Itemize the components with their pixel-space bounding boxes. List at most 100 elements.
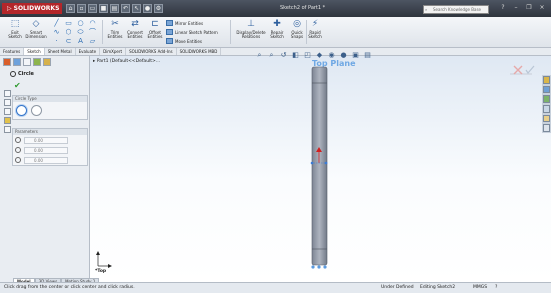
tab-solidworks-mbd[interactable]: SOLIDWORKS MBD	[177, 48, 222, 55]
help-icon[interactable]: ?	[495, 283, 497, 293]
center-x-icon	[15, 137, 21, 143]
circle-type-options	[13, 102, 87, 119]
text-icon[interactable]: A	[76, 38, 85, 45]
document-title: Sketch2 of Part1 *	[280, 5, 326, 11]
custom-properties-icon[interactable]	[543, 124, 550, 133]
feature-tree-tab-icon[interactable]	[3, 58, 11, 66]
status-message: Click drag from the center or click cent…	[4, 285, 135, 290]
restore-icon[interactable]: ❐	[524, 4, 534, 12]
ellipse-icon[interactable]: ⬭	[76, 29, 85, 36]
sketch-definition-status: Under Defined	[381, 285, 414, 290]
center-x-input[interactable]: 0.00	[24, 136, 68, 144]
minimize-icon[interactable]: –	[511, 4, 521, 12]
point-icon[interactable]: ·	[52, 38, 61, 45]
repair-sketch-button[interactable]: ✚ Repair Sketch	[267, 19, 287, 39]
radius-input[interactable]: 0.00	[24, 156, 68, 164]
sketch-tools-row-1: ╱ ▭ ○ ◠	[52, 20, 97, 27]
polygon-icon[interactable]: ⬡	[64, 29, 73, 36]
exit-sketch-button[interactable]: ⬚ Exit Sketch	[5, 19, 25, 39]
move-icon	[166, 38, 173, 44]
logo-text: SOLIDWORKS	[13, 5, 60, 12]
handle-point[interactable]	[323, 265, 327, 269]
property-manager-tab-icon[interactable]	[13, 58, 21, 66]
display-delete-relations-label: Display/Delete Relations	[236, 30, 266, 40]
circle-icon[interactable]: ○	[76, 20, 85, 27]
trim-entities-button[interactable]: ✂ Trim Entities	[105, 19, 125, 39]
accept-check[interactable]	[525, 65, 535, 74]
rebuild-icon[interactable]: ●	[143, 4, 152, 13]
configuration-tab-icon[interactable]	[23, 58, 31, 66]
design-library-icon[interactable]	[543, 85, 550, 94]
perimeter-circle-option-icon[interactable]	[31, 105, 42, 116]
toolbar-separator	[230, 20, 231, 44]
tab-evaluate[interactable]: Evaluate	[76, 48, 101, 55]
display-delete-relations-button[interactable]: ⊥ Display/Delete Relations	[236, 19, 266, 39]
display-manager-tab-icon[interactable]	[43, 58, 51, 66]
sketch-mode-confirmation-icon[interactable]	[506, 60, 538, 88]
sketch-tools-row-2: ∿ ⬡ ⬭ ⌒	[52, 29, 97, 36]
cancel-cross[interactable]	[513, 65, 523, 75]
view-palette-icon[interactable]	[543, 105, 550, 113]
triad-y-arrow	[96, 251, 100, 255]
search-input[interactable]: ⌕ Search Knowledge Base	[423, 5, 489, 14]
mirror-entities-button[interactable]: Mirror Entities	[166, 20, 203, 26]
solidworks-resources-icon[interactable]	[543, 76, 550, 84]
line-icon[interactable]: ╱	[52, 20, 61, 27]
graphics-area[interactable]: ▸ Part1 (Default<<Default>... ⌕ ⌕ ↺ ◧ ◰ …	[90, 51, 551, 282]
tab-dimxpert[interactable]: DimXpert	[100, 48, 127, 55]
rapid-sketch-button[interactable]: ⚡ Rapid Sketch	[305, 19, 325, 39]
convert-entities-label: Convert Entities	[127, 30, 143, 40]
home-icon[interactable]: ⌂	[66, 4, 75, 13]
tab-sheet-metal[interactable]: Sheet Metal	[45, 48, 76, 55]
plane-icon[interactable]: ▱	[88, 38, 97, 45]
print-icon[interactable]: ▤	[110, 4, 119, 13]
close-icon[interactable]: ×	[537, 4, 547, 12]
smart-dimension-button[interactable]: ◇ Smart Dimension	[25, 19, 46, 39]
quick-snaps-button[interactable]: ◎ Quick Snaps	[287, 19, 307, 39]
mirror-icon	[166, 20, 173, 26]
sketch-icon[interactable]	[4, 117, 11, 124]
open-folder-icon[interactable]: ▭	[88, 4, 97, 13]
select-icon[interactable]: ↖	[132, 4, 141, 13]
grid-icon[interactable]	[4, 126, 11, 133]
file-explorer-icon[interactable]	[543, 95, 550, 104]
ok-checkmark-icon[interactable]: ✔	[14, 81, 21, 90]
arc-icon[interactable]: ◠	[88, 20, 97, 27]
circle-icon	[10, 71, 16, 77]
slot-icon[interactable]: ⊂	[64, 38, 73, 45]
appearances-icon[interactable]	[543, 114, 550, 123]
quick-snaps-label: Quick Snaps	[290, 30, 304, 40]
tab-sketch[interactable]: Sketch	[24, 48, 45, 55]
rectangle-icon[interactable]: ▭	[64, 20, 73, 27]
parameters-group: Parameters 0.00 0.00 0.00	[12, 128, 88, 166]
fillet-icon[interactable]: ⌒	[88, 29, 97, 36]
units-selector[interactable]: MMGS	[473, 283, 487, 293]
convert-entities-button[interactable]: ⇄ Convert Entities	[125, 19, 145, 39]
sketch-point[interactable]	[310, 161, 314, 165]
linear-sketch-pattern-button[interactable]: Linear Sketch Pattern	[166, 29, 218, 35]
param-row: 0.00	[13, 155, 87, 165]
handle-point[interactable]	[311, 265, 315, 269]
dimxpert-tab-icon[interactable]	[33, 58, 41, 66]
options-gear-icon[interactable]: ⚙	[154, 4, 163, 13]
smart-dimension-icon: ◇	[32, 19, 40, 30]
center-y-input[interactable]: 0.00	[24, 146, 68, 154]
help-icon[interactable]: ?	[498, 4, 508, 12]
save-icon[interactable]: ■	[99, 4, 108, 13]
triad-x-arrow	[108, 264, 112, 268]
tab-features[interactable]: Features	[0, 48, 25, 55]
solidworks-logo[interactable]: ▷ SOLIDWORKS	[2, 3, 62, 14]
radius-icon	[15, 157, 21, 163]
move-entities-button[interactable]: Move Entities	[166, 38, 202, 44]
offset-entities-button[interactable]: ⊏ Offset Entities	[145, 19, 165, 39]
handle-point[interactable]	[317, 265, 321, 269]
new-document-icon[interactable]: ▫	[77, 4, 86, 13]
sketch-point[interactable]	[324, 161, 328, 165]
undo-icon[interactable]: ↶	[121, 4, 130, 13]
pin-icon[interactable]	[4, 90, 11, 97]
spline-icon[interactable]: ∿	[52, 29, 61, 36]
view-icon[interactable]	[4, 99, 11, 106]
relation-icon[interactable]	[4, 108, 11, 115]
tab-solidworks-add-ins[interactable]: SOLIDWORKS Add-Ins	[126, 48, 177, 55]
center-circle-option-icon[interactable]	[16, 105, 27, 116]
